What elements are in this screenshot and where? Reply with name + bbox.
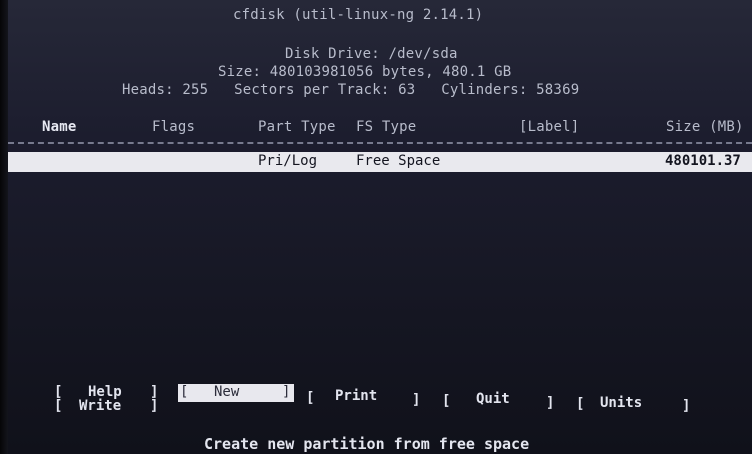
status-message: Create new partition from free space [204, 435, 530, 453]
row-size: 480101.37 [665, 153, 741, 169]
quit-button[interactable]: Quit [476, 391, 510, 407]
row-part-type: Pri/Log [258, 153, 318, 169]
bracket-close: ] [682, 398, 691, 414]
bracket-open: [ [54, 398, 63, 414]
column-header-flags: Flags [152, 119, 196, 135]
monitor-bezel [0, 0, 8, 454]
bracket-close: ] [546, 395, 555, 411]
column-header-part-type: Part Type [258, 119, 336, 135]
column-header-label: [Label] [519, 119, 580, 135]
column-header-name: Name [42, 119, 77, 135]
print-button[interactable]: Print [335, 388, 377, 404]
header-separator [8, 142, 752, 144]
bracket-open: [ [442, 393, 451, 409]
bracket-open: [ [306, 390, 315, 406]
column-header-fs-type: FS Type [356, 119, 417, 135]
disk-size-label: Size: 480103981056 bytes, 480.1 GB [218, 64, 512, 80]
disk-drive-label: Disk Drive: /dev/sda [285, 46, 458, 62]
bracket-open: [ [576, 396, 585, 412]
disk-geometry-label: Heads: 255 Sectors per Track: 63 Cylinde… [122, 82, 580, 98]
bracket-close: ] [412, 392, 421, 408]
bracket-open: [ [180, 384, 189, 400]
app-title: cfdisk (util-linux-ng 2.14.1) [233, 7, 484, 23]
cfdisk-screen: cfdisk (util-linux-ng 2.14.1) Disk Drive… [0, 0, 752, 454]
column-header-size: Size (MB) [666, 119, 744, 135]
bracket-close: ] [282, 384, 291, 400]
table-row[interactable]: Pri/Log Free Space 480101.37 [8, 152, 752, 172]
units-button[interactable]: Units [600, 395, 642, 411]
write-button[interactable]: Write [79, 398, 121, 414]
new-button-label: New [214, 384, 240, 400]
new-button[interactable]: [ New ] [178, 384, 294, 402]
row-fs-type: Free Space [356, 153, 441, 169]
bracket-close: ] [150, 398, 159, 414]
